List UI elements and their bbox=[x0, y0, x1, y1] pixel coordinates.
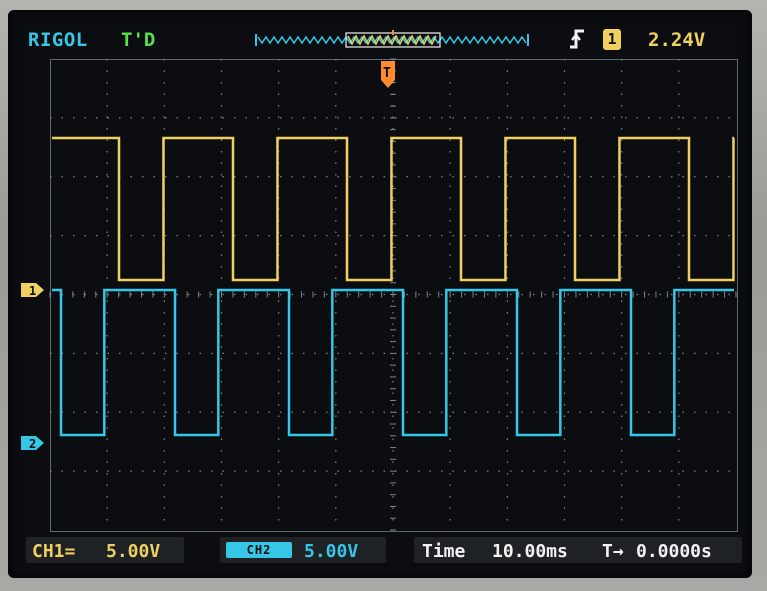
trigger-offset-label: T→ bbox=[602, 541, 624, 562]
ch2-marker-label: 2 bbox=[29, 437, 36, 451]
timebase-readout[interactable]: Time 10.00ms T→ 0.0000s bbox=[414, 537, 742, 563]
ch1-marker-label: 1 bbox=[29, 284, 36, 298]
oscilloscope-screen: RIGOL T'D 1 2.24V 1 2 T CH1= 5.00V CH2 5… bbox=[8, 10, 752, 578]
waveform-display bbox=[49, 58, 737, 531]
trigger-marker-label: T bbox=[383, 66, 391, 81]
settings-bar: CH1= 5.00V CH2 5.00V Time 10.00ms T→ 0.0… bbox=[8, 533, 752, 573]
trigger-offset-value: 0.0000s bbox=[636, 541, 712, 562]
grid-dots bbox=[49, 58, 737, 531]
ch1-scale-value: 5.00V bbox=[106, 541, 161, 562]
time-label: Time bbox=[422, 541, 466, 562]
ch2-label: CH2 bbox=[226, 542, 292, 558]
time-scale-value: 10.00ms bbox=[492, 541, 568, 562]
ch2-ground-marker[interactable]: 2 bbox=[20, 435, 46, 451]
ch1-scale-readout[interactable]: CH1= 5.00V bbox=[26, 537, 184, 563]
trigger-position-marker[interactable]: T bbox=[379, 60, 397, 90]
ch2-waveform bbox=[52, 288, 734, 437]
ch2-scale-value: 5.00V bbox=[304, 541, 359, 562]
ch1-ground-marker[interactable]: 1 bbox=[20, 282, 46, 298]
ch1-label: CH1= bbox=[32, 541, 76, 562]
ch2-scale-readout[interactable]: CH2 5.00V bbox=[220, 537, 386, 563]
